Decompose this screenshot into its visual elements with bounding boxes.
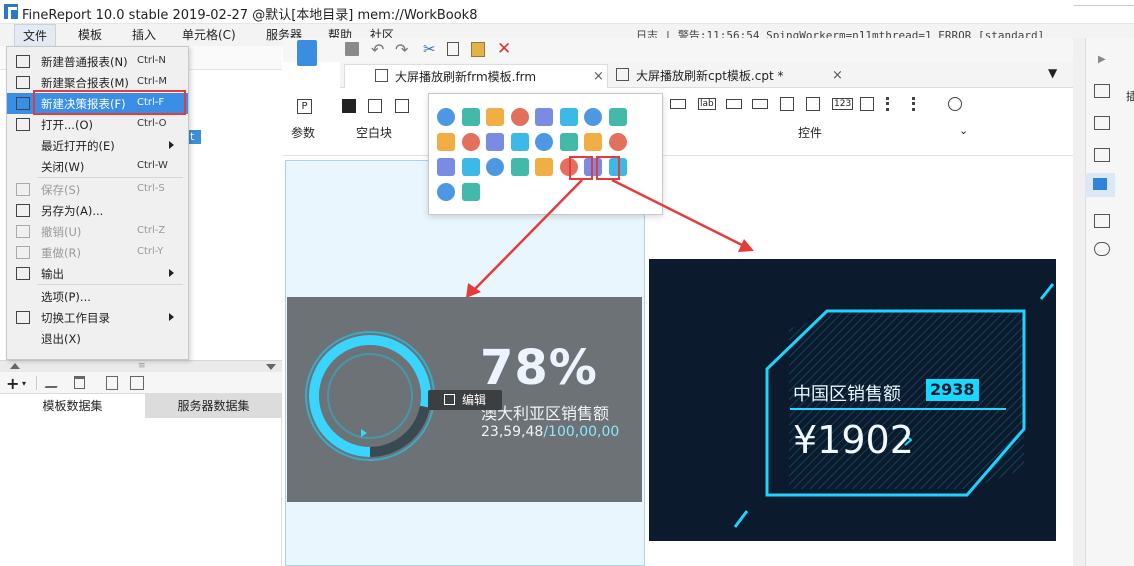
app-window: FineReport 10.0 stable 2019-02-27 @默认[本地…	[0, 0, 1134, 566]
link-panel-icon[interactable]	[1094, 242, 1110, 256]
component-panel-icon[interactable]	[1094, 148, 1110, 162]
menu-item-1[interactable]: 新建普通报表(N) Ctrl-N	[7, 51, 188, 72]
right-panel-selected[interactable]	[1085, 173, 1115, 197]
new-report-icon	[16, 55, 30, 68]
menu-item-8[interactable]: 另存为(A)...	[7, 200, 188, 221]
menu-item-label: 打开...(O)	[41, 118, 93, 132]
arrow-line-right	[611, 178, 745, 248]
submenu-arrow-icon	[169, 141, 174, 149]
dropdown-widget-icon	[1093, 178, 1107, 190]
right-side-panel: 插 ▶	[1085, 38, 1134, 566]
decision-report-icon	[16, 97, 30, 110]
submenu-arrow-icon	[169, 269, 174, 277]
panel-toggle-icon[interactable]: ▶	[1098, 54, 1106, 65]
menu-item-shortcut: Ctrl-W	[137, 160, 168, 171]
arrow-line-left	[473, 179, 583, 291]
menu-item-label: 关闭(W)	[41, 160, 85, 174]
menu-item-label: 最近打开的(E)	[41, 139, 115, 153]
menu-item-shortcut: Ctrl-M	[137, 76, 168, 87]
submenu-arrow-icon	[169, 313, 174, 321]
menu-item-12[interactable]: 选项(P)...	[7, 286, 188, 307]
switch-dir-icon	[16, 311, 30, 324]
menu-item-label: 退出(X)	[41, 332, 81, 346]
canvas-vertical-scrollbar[interactable]	[1073, 38, 1085, 566]
menu-item-shortcut: Ctrl-Z	[137, 225, 166, 236]
right-panel-label: 插	[1126, 90, 1134, 103]
menu-item-label: 新建普通报表(N)	[41, 55, 128, 69]
menu-item-label: 重做(R)	[41, 246, 81, 260]
menu-item-label: 切换工作目录	[41, 311, 110, 325]
menu-item-9[interactable]: 撤销(U) Ctrl-Z	[7, 221, 188, 242]
menu-item-5[interactable]: 最近打开的(E)	[7, 135, 188, 156]
redo-icon	[16, 246, 30, 259]
menu-item-14[interactable]: 退出(X)	[7, 328, 188, 349]
event-panel-icon[interactable]	[1094, 214, 1110, 228]
open-folder-icon	[16, 118, 30, 131]
widget-settings-icon[interactable]	[1094, 116, 1110, 130]
aggregate-report-icon	[16, 76, 30, 89]
menu-item-6[interactable]: 关闭(W) Ctrl-W	[7, 156, 188, 177]
menu-item-10[interactable]: 重做(R) Ctrl-Y	[7, 242, 188, 263]
export-icon	[16, 267, 30, 280]
menu-item-4[interactable]: 打开...(O) Ctrl-O	[7, 114, 188, 135]
menu-item-label: 输出	[41, 267, 64, 281]
menu-item-label: 新建聚合报表(M)	[41, 76, 129, 90]
save-icon	[16, 183, 30, 196]
menu-separator	[37, 177, 183, 178]
menu-item-label: 另存为(A)...	[41, 204, 104, 218]
highlight-box	[33, 90, 186, 115]
undo-icon	[16, 225, 30, 238]
menu-item-shortcut: Ctrl-O	[137, 118, 167, 129]
menu-item-13[interactable]: 切换工作目录	[7, 307, 188, 328]
menu-separator	[37, 284, 183, 285]
menu-item-shortcut: Ctrl-Y	[137, 246, 164, 257]
menu-item-label: 选项(P)...	[41, 290, 91, 304]
layout-panel-icon[interactable]	[1094, 84, 1110, 98]
menu-item-label: 保存(S)	[41, 183, 81, 197]
menu-item-shortcut: Ctrl-N	[137, 55, 166, 66]
menu-item-7[interactable]: 保存(S) Ctrl-S	[7, 179, 188, 200]
menu-item-11[interactable]: 输出	[7, 263, 188, 284]
save-as-icon	[16, 204, 30, 217]
menu-item-shortcut: Ctrl-S	[137, 183, 165, 194]
menu-item-label: 撤销(U)	[41, 225, 82, 239]
